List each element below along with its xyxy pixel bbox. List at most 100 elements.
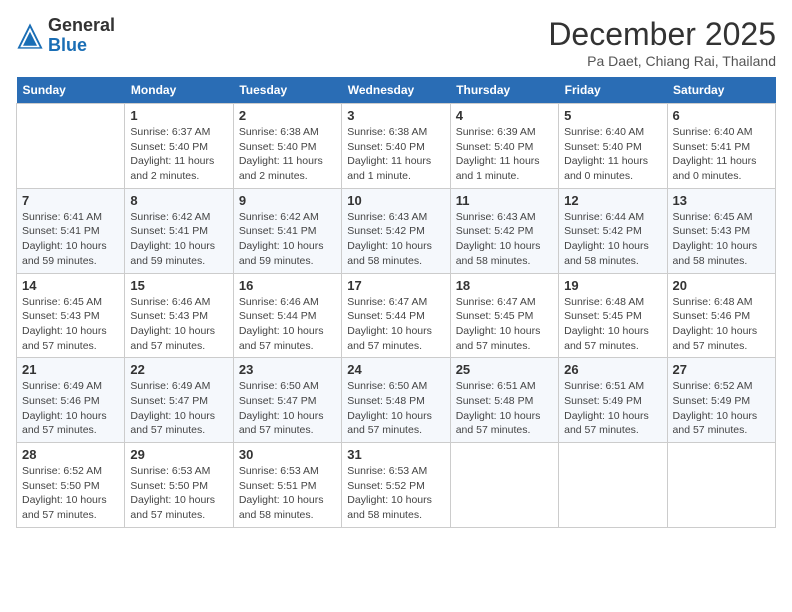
day-number: 7	[22, 193, 119, 208]
day-number: 18	[456, 278, 553, 293]
day-number: 29	[130, 447, 227, 462]
day-number: 19	[564, 278, 661, 293]
day-info: Sunrise: 6:38 AM Sunset: 5:40 PM Dayligh…	[239, 125, 336, 184]
calendar-day-cell: 11 Sunrise: 6:43 AM Sunset: 5:42 PM Dayli…	[450, 188, 558, 273]
calendar-day-cell: 29 Sunrise: 6:53 AM Sunset: 5:50 PM Dayli…	[125, 443, 233, 528]
day-info: Sunrise: 6:42 AM Sunset: 5:41 PM Dayligh…	[239, 210, 336, 269]
calendar-day-cell: 12 Sunrise: 6:44 AM Sunset: 5:42 PM Dayli…	[559, 188, 667, 273]
day-info: Sunrise: 6:50 AM Sunset: 5:47 PM Dayligh…	[239, 379, 336, 438]
logo-text: General Blue	[48, 16, 115, 56]
day-info: Sunrise: 6:45 AM Sunset: 5:43 PM Dayligh…	[673, 210, 770, 269]
day-info: Sunrise: 6:51 AM Sunset: 5:49 PM Dayligh…	[564, 379, 661, 438]
day-number: 15	[130, 278, 227, 293]
calendar-day-cell: 9Sunrise: 6:42 AM Sunset: 5:41 PM Daylig…	[233, 188, 341, 273]
calendar-day-cell: 16 Sunrise: 6:46 AM Sunset: 5:44 PM Dayli…	[233, 273, 341, 358]
day-info: Sunrise: 6:47 AM Sunset: 5:44 PM Dayligh…	[347, 295, 444, 354]
day-number: 5	[564, 108, 661, 123]
day-info: Sunrise: 6:52 AM Sunset: 5:50 PM Dayligh…	[22, 464, 119, 523]
logo-general: General	[48, 16, 115, 36]
day-info: Sunrise: 6:49 AM Sunset: 5:47 PM Dayligh…	[130, 379, 227, 438]
calendar-week-row: 7 Sunrise: 6:41 AM Sunset: 5:41 PM Daylig…	[17, 188, 776, 273]
day-number: 8	[130, 193, 227, 208]
day-number: 21	[22, 362, 119, 377]
day-number: 17	[347, 278, 444, 293]
calendar-day-cell: 20Sunrise: 6:48 AM Sunset: 5:46 PM Dayli…	[667, 273, 775, 358]
calendar-day-cell: 10Sunrise: 6:43 AM Sunset: 5:42 PM Dayli…	[342, 188, 450, 273]
calendar-day-cell: 8 Sunrise: 6:42 AM Sunset: 5:41 PM Daylig…	[125, 188, 233, 273]
page-header: General Blue December 2025 Pa Daet, Chia…	[16, 16, 776, 69]
day-number: 26	[564, 362, 661, 377]
calendar-week-row: 14 Sunrise: 6:45 AM Sunset: 5:43 PM Dayli…	[17, 273, 776, 358]
day-info: Sunrise: 6:53 AM Sunset: 5:52 PM Dayligh…	[347, 464, 444, 523]
day-number: 16	[239, 278, 336, 293]
weekday-header: Tuesday	[233, 77, 341, 104]
calendar-day-cell	[559, 443, 667, 528]
day-number: 28	[22, 447, 119, 462]
calendar-day-cell: 2 Sunrise: 6:38 AM Sunset: 5:40 PM Daylig…	[233, 104, 341, 189]
day-number: 14	[22, 278, 119, 293]
day-info: Sunrise: 6:52 AM Sunset: 5:49 PM Dayligh…	[673, 379, 770, 438]
weekday-header: Saturday	[667, 77, 775, 104]
calendar-day-cell: 6 Sunrise: 6:40 AM Sunset: 5:41 PM Daylig…	[667, 104, 775, 189]
month-title: December 2025	[548, 16, 776, 53]
calendar-day-cell: 5 Sunrise: 6:40 AM Sunset: 5:40 PM Daylig…	[559, 104, 667, 189]
day-info: Sunrise: 6:41 AM Sunset: 5:41 PM Dayligh…	[22, 210, 119, 269]
day-info: Sunrise: 6:44 AM Sunset: 5:42 PM Dayligh…	[564, 210, 661, 269]
weekday-header: Friday	[559, 77, 667, 104]
day-number: 4	[456, 108, 553, 123]
day-number: 20	[673, 278, 770, 293]
location-subtitle: Pa Daet, Chiang Rai, Thailand	[548, 53, 776, 69]
calendar-day-cell: 25 Sunrise: 6:51 AM Sunset: 5:48 PM Dayli…	[450, 358, 558, 443]
day-info: Sunrise: 6:43 AM Sunset: 5:42 PM Dayligh…	[456, 210, 553, 269]
day-info: Sunrise: 6:37 AM Sunset: 5:40 PM Dayligh…	[130, 125, 227, 184]
day-number: 23	[239, 362, 336, 377]
day-number: 22	[130, 362, 227, 377]
day-number: 27	[673, 362, 770, 377]
title-block: December 2025 Pa Daet, Chiang Rai, Thail…	[548, 16, 776, 69]
day-number: 1	[130, 108, 227, 123]
calendar-day-cell	[450, 443, 558, 528]
day-number: 2	[239, 108, 336, 123]
calendar-day-cell: 15 Sunrise: 6:46 AM Sunset: 5:43 PM Dayli…	[125, 273, 233, 358]
calendar-day-cell: 19Sunrise: 6:48 AM Sunset: 5:45 PM Dayli…	[559, 273, 667, 358]
day-info: Sunrise: 6:53 AM Sunset: 5:51 PM Dayligh…	[239, 464, 336, 523]
day-info: Sunrise: 6:47 AM Sunset: 5:45 PM Dayligh…	[456, 295, 553, 354]
calendar-day-cell: 4 Sunrise: 6:39 AM Sunset: 5:40 PM Daylig…	[450, 104, 558, 189]
day-info: Sunrise: 6:38 AM Sunset: 5:40 PM Dayligh…	[347, 125, 444, 184]
calendar-day-cell: 28 Sunrise: 6:52 AM Sunset: 5:50 PM Dayli…	[17, 443, 125, 528]
weekday-header: Wednesday	[342, 77, 450, 104]
calendar-week-row: 21Sunrise: 6:49 AM Sunset: 5:46 PM Dayli…	[17, 358, 776, 443]
calendar-day-cell: 18 Sunrise: 6:47 AM Sunset: 5:45 PM Dayli…	[450, 273, 558, 358]
calendar-day-cell: 14 Sunrise: 6:45 AM Sunset: 5:43 PM Dayli…	[17, 273, 125, 358]
logo-icon	[16, 22, 44, 50]
day-info: Sunrise: 6:51 AM Sunset: 5:48 PM Dayligh…	[456, 379, 553, 438]
calendar-day-cell: 23 Sunrise: 6:50 AM Sunset: 5:47 PM Dayli…	[233, 358, 341, 443]
day-number: 13	[673, 193, 770, 208]
day-number: 24	[347, 362, 444, 377]
weekday-header: Sunday	[17, 77, 125, 104]
day-number: 25	[456, 362, 553, 377]
day-number: 11	[456, 193, 553, 208]
calendar-day-cell: 22 Sunrise: 6:49 AM Sunset: 5:47 PM Dayli…	[125, 358, 233, 443]
calendar-week-row: 1 Sunrise: 6:37 AM Sunset: 5:40 PM Daylig…	[17, 104, 776, 189]
calendar-day-cell: 1 Sunrise: 6:37 AM Sunset: 5:40 PM Daylig…	[125, 104, 233, 189]
day-info: Sunrise: 6:40 AM Sunset: 5:40 PM Dayligh…	[564, 125, 661, 184]
logo-blue: Blue	[48, 36, 115, 56]
day-number: 12	[564, 193, 661, 208]
day-info: Sunrise: 6:46 AM Sunset: 5:44 PM Dayligh…	[239, 295, 336, 354]
day-info: Sunrise: 6:42 AM Sunset: 5:41 PM Dayligh…	[130, 210, 227, 269]
calendar-day-cell: 30Sunrise: 6:53 AM Sunset: 5:51 PM Dayli…	[233, 443, 341, 528]
day-info: Sunrise: 6:53 AM Sunset: 5:50 PM Dayligh…	[130, 464, 227, 523]
day-info: Sunrise: 6:45 AM Sunset: 5:43 PM Dayligh…	[22, 295, 119, 354]
calendar-day-cell	[667, 443, 775, 528]
day-info: Sunrise: 6:40 AM Sunset: 5:41 PM Dayligh…	[673, 125, 770, 184]
calendar-day-cell: 3Sunrise: 6:38 AM Sunset: 5:40 PM Daylig…	[342, 104, 450, 189]
calendar-table: SundayMondayTuesdayWednesdayThursdayFrid…	[16, 77, 776, 528]
day-info: Sunrise: 6:39 AM Sunset: 5:40 PM Dayligh…	[456, 125, 553, 184]
calendar-week-row: 28 Sunrise: 6:52 AM Sunset: 5:50 PM Dayli…	[17, 443, 776, 528]
day-number: 31	[347, 447, 444, 462]
day-info: Sunrise: 6:43 AM Sunset: 5:42 PM Dayligh…	[347, 210, 444, 269]
day-number: 6	[673, 108, 770, 123]
calendar-day-cell	[17, 104, 125, 189]
day-info: Sunrise: 6:46 AM Sunset: 5:43 PM Dayligh…	[130, 295, 227, 354]
